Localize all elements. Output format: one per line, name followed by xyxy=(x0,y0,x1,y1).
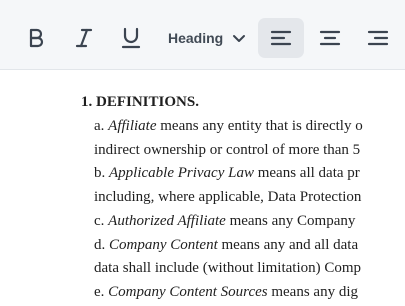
definition-line: c. Authorized Affiliate means any Compan… xyxy=(94,213,355,230)
definition-line: a. Affiliate means any entity that is di… xyxy=(94,118,363,135)
align-left-icon xyxy=(270,30,292,46)
align-right-button[interactable] xyxy=(355,18,401,58)
italic-button[interactable] xyxy=(61,18,107,58)
line-prefix: a. xyxy=(94,118,109,134)
section-title: DEFINITIONS. xyxy=(96,94,199,110)
definition-line: e. Company Content Sources means any dig xyxy=(94,284,358,301)
chevron-down-icon xyxy=(233,35,245,42)
defined-term: Affiliate xyxy=(108,118,157,134)
line-text: means any Company xyxy=(225,213,356,229)
line-prefix: d. xyxy=(94,237,109,253)
definition-line: data shall include (without limitation) … xyxy=(94,260,361,277)
underline-button[interactable] xyxy=(108,18,154,58)
align-left-button[interactable] xyxy=(258,18,304,58)
line-text: means any entity that is directly o xyxy=(156,118,363,134)
bold-icon xyxy=(29,28,44,48)
bold-button[interactable] xyxy=(13,18,59,58)
defined-term: Authorized Affiliate xyxy=(108,213,226,229)
section-number: 1. xyxy=(81,94,93,110)
formatting-toolbar: Heading xyxy=(0,0,405,70)
line-prefix: c. xyxy=(94,213,109,229)
defined-term: Applicable Privacy Law xyxy=(109,165,254,181)
line-text: including, where applicable, Data Protec… xyxy=(94,189,362,205)
document-editor[interactable]: 1. DEFINITIONS. a. Affiliate means any e… xyxy=(0,70,405,306)
definition-line: indirect ownership or control of more th… xyxy=(94,142,360,159)
line-text: indirect ownership or control of more th… xyxy=(94,142,361,158)
heading-style-dropdown[interactable]: Heading xyxy=(158,18,254,58)
line-text: means all data pr xyxy=(253,165,360,181)
align-center-button[interactable] xyxy=(307,18,353,58)
underline-icon xyxy=(121,27,141,49)
line-text: means any and all data xyxy=(217,237,359,253)
definition-line: b. Applicable Privacy Law means all data… xyxy=(94,165,360,182)
heading-style-value: Heading xyxy=(168,30,224,46)
align-center-icon xyxy=(319,30,341,46)
section-heading: 1. DEFINITIONS. xyxy=(81,94,199,111)
line-prefix: b. xyxy=(94,165,109,181)
align-right-icon xyxy=(367,30,389,46)
defined-term: Company Content Sources xyxy=(108,284,268,300)
line-text: data shall include (without limitation) … xyxy=(94,260,362,276)
definition-line: d. Company Content means any and all dat… xyxy=(94,237,358,254)
italic-icon xyxy=(75,28,93,48)
line-prefix: e. xyxy=(94,284,109,300)
line-text: means any dig xyxy=(267,284,359,300)
definition-line: including, where applicable, Data Protec… xyxy=(94,189,361,206)
defined-term: Company Content xyxy=(109,237,218,253)
